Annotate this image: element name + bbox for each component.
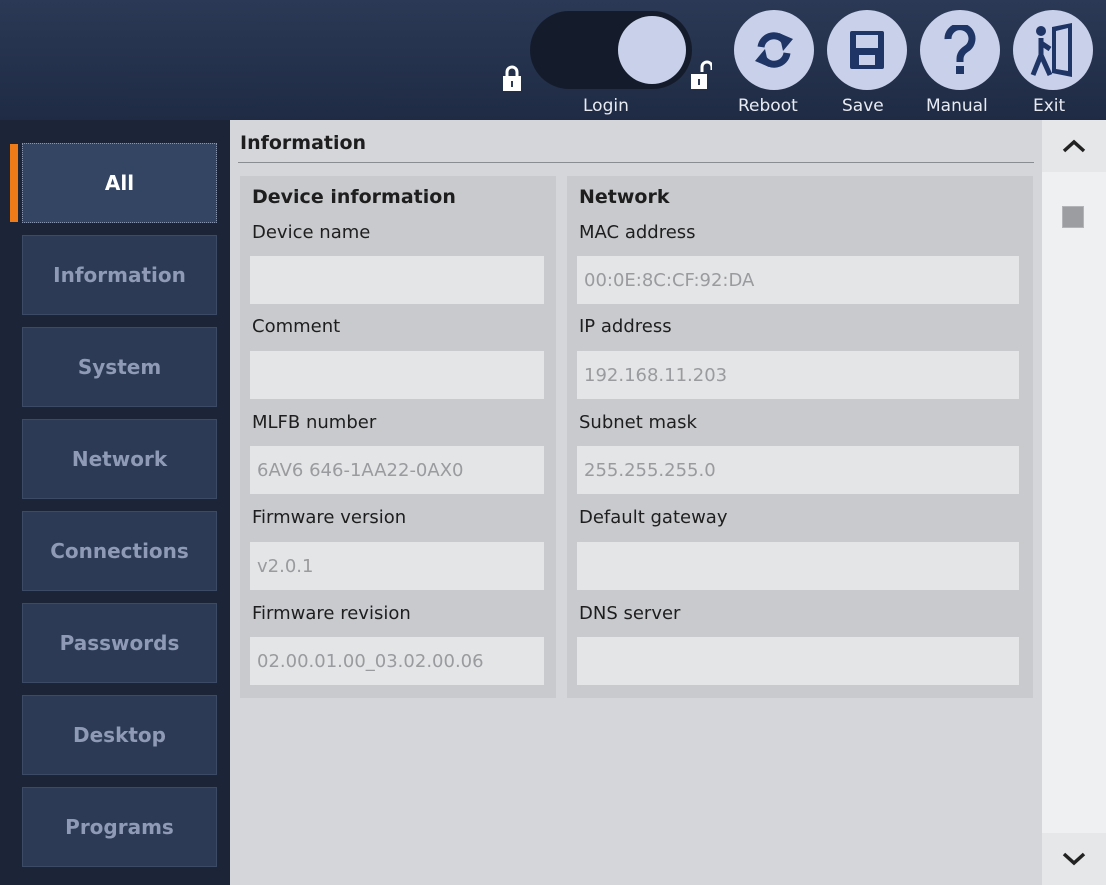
lock-closed-icon [503, 65, 521, 91]
vertical-scrollbar[interactable] [1042, 120, 1106, 885]
sidebar-item-label: Programs [65, 815, 174, 839]
login-label: Login [583, 96, 629, 116]
floppy-save-icon [850, 31, 884, 69]
login-toggle[interactable] [530, 11, 692, 89]
device-name-label: Device name [252, 222, 371, 243]
sidebar-item-connections[interactable]: Connections [22, 511, 217, 591]
sidebar-item-desktop[interactable]: Desktop [22, 695, 217, 775]
mac-address-field: 00:0E:8C:CF:92:DA [577, 256, 1019, 304]
sidebar-item-programs[interactable]: Programs [22, 787, 217, 867]
sidebar-item-system[interactable]: System [22, 327, 217, 407]
dns-server-label: DNS server [579, 603, 681, 624]
manual-label: Manual [926, 96, 988, 116]
manual-button[interactable] [920, 10, 1000, 90]
comment-field[interactable] [250, 351, 544, 399]
firmware-version-field: v2.0.1 [250, 542, 544, 590]
sidebar-item-label: System [77, 355, 162, 379]
mac-address-label: MAC address [579, 222, 696, 243]
sidebar-item-label: Passwords [59, 631, 180, 655]
device-information-title: Device information [252, 186, 456, 208]
firmware-version-label: Firmware version [252, 507, 407, 528]
scroll-down-button[interactable] [1042, 833, 1106, 885]
section-title: Information [240, 132, 367, 154]
firmware-revision-field: 02.00.01.00_03.02.00.06 [250, 637, 544, 685]
chevron-down-icon [1062, 852, 1086, 866]
question-mark-icon [944, 25, 976, 74]
sidebar-item-label: All [104, 171, 135, 195]
scroll-up-button[interactable] [1042, 120, 1106, 172]
firmware-revision-label: Firmware revision [252, 603, 411, 624]
sidebar-item-label: Network [71, 447, 168, 471]
mlfb-number-label: MLFB number [252, 412, 377, 433]
save-button[interactable] [827, 10, 907, 90]
exit-label: Exit [1033, 96, 1066, 116]
sidebar-item-all[interactable]: All [22, 143, 217, 223]
reboot-button[interactable] [734, 10, 814, 90]
lock-open-icon [691, 60, 712, 89]
exit-button[interactable] [1013, 10, 1093, 90]
mlfb-number-field: 6AV6 646-1AA22-0AX0 [250, 446, 544, 494]
ip-address-label: IP address [579, 316, 672, 337]
subnet-mask-field: 255.255.255.0 [577, 446, 1019, 494]
network-title: Network [579, 186, 670, 208]
active-item-indicator [10, 144, 18, 222]
comment-label: Comment [252, 316, 341, 337]
toggle-knob[interactable] [618, 16, 686, 84]
ip-address-field: 192.168.11.203 [577, 351, 1019, 399]
sidebar-item-information[interactable]: Information [22, 235, 217, 315]
subnet-mask-label: Subnet mask [579, 412, 697, 433]
chevron-up-icon [1062, 139, 1086, 153]
sidebar-item-passwords[interactable]: Passwords [22, 603, 217, 683]
reboot-icon [755, 32, 793, 68]
content-area: Information Device information Device na… [230, 120, 1042, 885]
sidebar-item-network[interactable]: Network [22, 419, 217, 499]
save-label: Save [842, 96, 884, 116]
device-name-field[interactable] [250, 256, 544, 304]
sidebar-item-label: Desktop [73, 723, 166, 747]
sidebar-item-label: Connections [50, 539, 189, 563]
network-panel: Network MAC address 00:0E:8C:CF:92:DA IP… [567, 176, 1033, 698]
section-divider [238, 162, 1034, 163]
top-toolbar: Login Reboot Save Manual Exit [0, 0, 1106, 120]
device-information-panel: Device information Device name Comment M… [240, 176, 556, 698]
exit-door-icon [1030, 23, 1072, 77]
default-gateway-field [577, 542, 1019, 590]
sidebar-item-label: Information [53, 263, 186, 287]
dns-server-field [577, 637, 1019, 685]
default-gateway-label: Default gateway [579, 507, 728, 528]
reboot-label: Reboot [738, 96, 798, 116]
scroll-thumb[interactable] [1062, 206, 1084, 228]
